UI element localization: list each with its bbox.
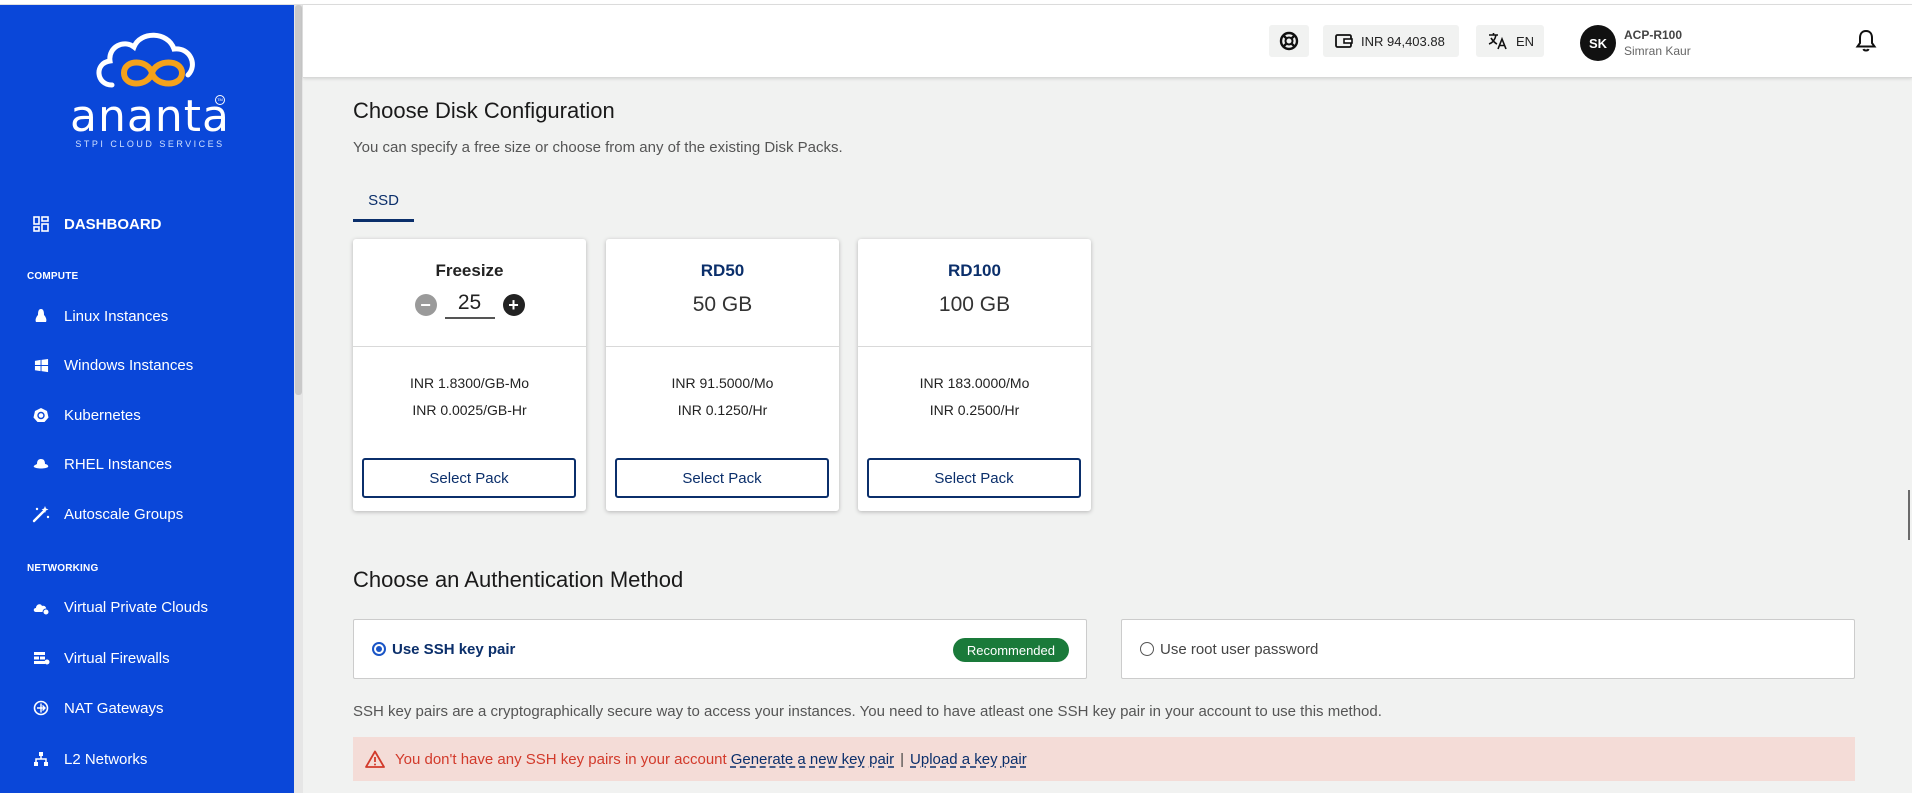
sidebar-item-rhel-instances[interactable]: RHEL Instances	[0, 447, 294, 481]
sidebar-item-label: NAT Gateways	[64, 699, 164, 717]
password-option-label: Use root user password	[1160, 640, 1319, 658]
sidebar-item-label: DASHBOARD	[64, 215, 162, 233]
magic-wand-icon	[32, 505, 50, 523]
sidebar-item-nat-gateways[interactable]: NAT Gateways	[0, 691, 294, 725]
card-header: Freesize − 25 +	[353, 239, 586, 347]
wallet-balance-button[interactable]: INR 94,403.88	[1323, 25, 1459, 57]
sidebar-scrollbar[interactable]	[294, 5, 303, 793]
notifications-bell-icon[interactable]	[1855, 29, 1877, 58]
sidebar-item-label: Windows Instances	[64, 356, 194, 374]
password-radio[interactable]	[1140, 642, 1154, 656]
sidebar-item-linux-instances[interactable]: Linux Instances	[0, 299, 294, 333]
redhat-hat-icon	[32, 455, 50, 473]
card-title: RD50	[700, 261, 745, 280]
price-per-hour: INR 0.0025/GB-Hr	[412, 402, 527, 418]
sidebar-item-dashboard[interactable]: DASHBOARD	[0, 207, 294, 241]
disk-section-title: Choose Disk Configuration	[353, 98, 615, 123]
warning-triangle-icon	[365, 750, 385, 768]
sidebar: ananta TM STPI CLOUD SERVICES DASHBOARD …	[0, 5, 294, 793]
lifebuoy-icon	[1279, 31, 1299, 51]
disk-card-rd50: RD50 50 GB INR 91.5000/Mo INR 0.1250/Hr …	[606, 239, 839, 511]
kubernetes-helm-icon	[32, 406, 50, 424]
firewall-brick-icon	[32, 649, 50, 667]
section-label-compute: COMPUTE	[27, 271, 79, 282]
sidebar-item-label: Virtual Firewalls	[64, 649, 170, 667]
wallet-icon	[1335, 33, 1353, 49]
language-button[interactable]: EN	[1476, 25, 1544, 57]
alert-text: You don't have any SSH key pairs in your…	[395, 750, 727, 768]
gateway-globe-icon	[32, 699, 50, 717]
plus-icon[interactable]: +	[502, 294, 525, 316]
price-per-hour: INR 0.1250/Hr	[677, 402, 768, 418]
sidebar-item-virtual-private-clouds[interactable]: Virtual Private Clouds	[0, 590, 294, 624]
top-bar: INR 94,403.88 EN SK ACP-R100 Simran Kaur	[303, 5, 1912, 78]
sidebar-item-label: Kubernetes	[64, 406, 141, 424]
size-input[interactable]: 25	[444, 291, 495, 319]
brand-logo[interactable]: ananta TM STPI CLOUD SERVICES	[60, 27, 240, 157]
ssh-option-label: Use SSH key pair	[392, 640, 516, 658]
card-size: 100 GB	[938, 293, 1011, 316]
generate-key-pair-link[interactable]: Generate a new key pair	[731, 751, 894, 768]
page-scroll-indicator[interactable]	[1908, 490, 1910, 540]
price-per-month: INR 1.8300/GB-Mo	[409, 375, 530, 391]
dashboard-grid-icon	[32, 215, 50, 233]
avatar: SK	[1580, 25, 1616, 61]
no-ssh-key-alert: You don't have any SSH key pairs in your…	[353, 737, 1855, 781]
price-per-hour: INR 0.2500/Hr	[929, 402, 1020, 418]
card-title: RD100	[948, 261, 1001, 280]
sidebar-scrollbar-thumb[interactable]	[295, 5, 302, 395]
account-id: ACP-R100	[1624, 28, 1683, 42]
network-topology-icon	[32, 750, 50, 768]
disk-card-freesize: Freesize − 25 + INR 1.8300/GB-Mo INR 0.0…	[353, 239, 586, 511]
cloud-infinity-logo-icon	[96, 32, 195, 88]
disk-card-rd100: RD100 100 GB INR 183.0000/Mo INR 0.2500/…	[858, 239, 1091, 511]
support-button[interactable]	[1269, 25, 1309, 57]
sidebar-item-label: Linux Instances	[64, 307, 169, 325]
brand-name: ananta	[70, 91, 230, 142]
auth-description: SSH key pairs are a cryptographically se…	[353, 703, 1382, 720]
sidebar-item-label: L2 Networks	[64, 750, 148, 768]
trademark-mark: TM	[215, 95, 225, 105]
sidebar-item-l2-networks[interactable]: L2 Networks	[0, 742, 294, 776]
auth-section-title: Choose an Authentication Method	[353, 567, 684, 592]
minus-icon[interactable]: −	[414, 294, 437, 316]
sidebar-item-autoscale-groups[interactable]: Autoscale Groups	[0, 497, 294, 531]
sidebar-item-kubernetes[interactable]: Kubernetes	[0, 398, 294, 432]
user-menu[interactable]: SK ACP-R100 Simran Kaur	[1580, 23, 1691, 63]
select-pack-button[interactable]: Select Pack	[867, 458, 1081, 498]
card-title: Freesize	[435, 261, 504, 280]
price-per-month: INR 91.5000/Mo	[671, 375, 774, 391]
sidebar-item-label: Virtual Private Clouds	[64, 598, 208, 616]
linux-penguin-icon	[32, 307, 50, 325]
sidebar-item-label: Autoscale Groups	[64, 505, 184, 523]
price-per-month: INR 183.0000/Mo	[919, 375, 1030, 391]
auth-option-ssh[interactable]: Use SSH key pair Recommended	[353, 619, 1087, 679]
link-separator: |	[900, 750, 905, 768]
brand-subtitle: STPI CLOUD SERVICES	[75, 139, 225, 149]
card-header: RD50 50 GB	[606, 239, 839, 347]
user-meta: ACP-R100 Simran Kaur	[1624, 27, 1691, 59]
recommended-badge: Recommended	[952, 638, 1069, 662]
size-stepper: − 25 +	[353, 291, 586, 319]
ssh-radio[interactable]	[372, 642, 386, 656]
section-label-networking: NETWORKING	[27, 563, 99, 574]
disk-section-description: You can specify a free size or choose fr…	[353, 139, 843, 156]
auth-option-password[interactable]: Use root user password	[1121, 619, 1855, 679]
select-pack-button[interactable]: Select Pack	[615, 458, 829, 498]
sidebar-item-label: RHEL Instances	[64, 455, 172, 473]
user-name: Simran Kaur	[1624, 44, 1691, 58]
card-size: 50 GB	[692, 293, 753, 316]
language-code: EN	[1516, 33, 1535, 49]
wallet-balance: INR 94,403.88	[1361, 33, 1445, 49]
tab-ssd[interactable]: SSD	[353, 182, 414, 222]
sidebar-item-windows-instances[interactable]: Windows Instances	[0, 348, 294, 382]
sidebar-item-virtual-firewalls[interactable]: Virtual Firewalls	[0, 641, 294, 675]
upload-key-pair-link[interactable]: Upload a key pair	[910, 751, 1027, 768]
select-pack-button[interactable]: Select Pack	[362, 458, 576, 498]
windows-logo-icon	[32, 356, 50, 374]
translate-icon	[1488, 32, 1508, 50]
cloud-network-icon	[32, 598, 50, 616]
card-header: RD100 100 GB	[858, 239, 1091, 347]
